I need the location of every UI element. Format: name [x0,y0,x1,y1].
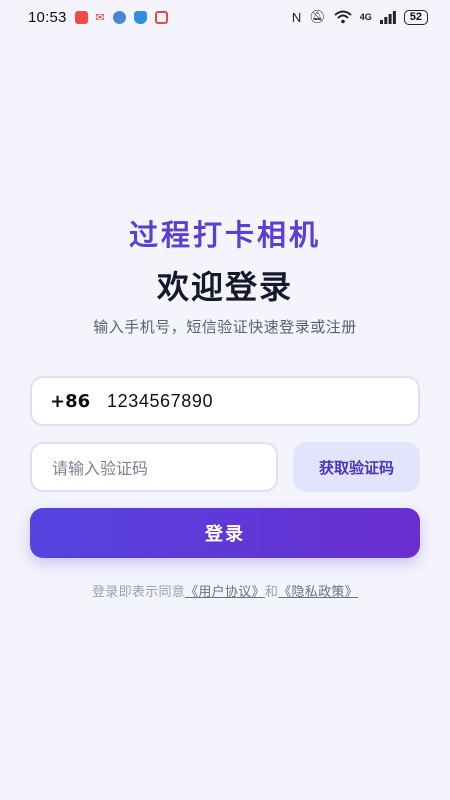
phone-number-value[interactable]: 1234567890 [107,391,213,412]
mail-app-icon: ✉ [95,10,105,24]
blue-app-icon [112,10,126,24]
code-placeholder: 请输入验证码 [52,459,149,478]
agreement-conjunction: 和 [264,585,279,600]
status-left: 10:53 ✉ [28,9,168,26]
mute-icon: 🔕︎ [309,9,326,24]
status-bar: 10:53 ✉ N 🔕︎ 4G 52 [0,0,450,34]
signal-icon [379,10,396,24]
shield-app-icon [133,10,147,24]
app-title: 过程打卡相机 [128,218,321,252]
verification-code-input[interactable]: 请输入验证码 [30,442,278,492]
network-label: 4G [359,12,372,22]
login-button[interactable]: 登录 [30,508,420,558]
login-subtitle: 输入手机号，短信验证快速登录或注册 [93,318,357,336]
nfc-icon: N [291,9,302,25]
battery-indicator: 52 [403,9,428,25]
welcome-heading: 欢迎登录 [156,268,293,306]
agreement-prefix: 登录即表示同意 [91,585,186,600]
red-app-icon [74,10,88,24]
status-time: 10:53 [28,8,67,26]
privacy-policy-link[interactable]: 《隐私政策》 [278,585,358,600]
get-code-button[interactable]: 获取验证码 [293,442,420,492]
status-right: N 🔕︎ 4G 52 [292,9,428,25]
wifi-icon [334,10,352,24]
country-code[interactable]: +86 [50,391,107,412]
phone-input-field[interactable]: +86 1234567890 [30,376,420,426]
agreement-text: 登录即表示同意《用户协议》和《隐私政策》 [0,581,450,600]
calendar-app-icon [154,10,168,24]
user-agreement-link[interactable]: 《用户协议》 [185,585,265,600]
